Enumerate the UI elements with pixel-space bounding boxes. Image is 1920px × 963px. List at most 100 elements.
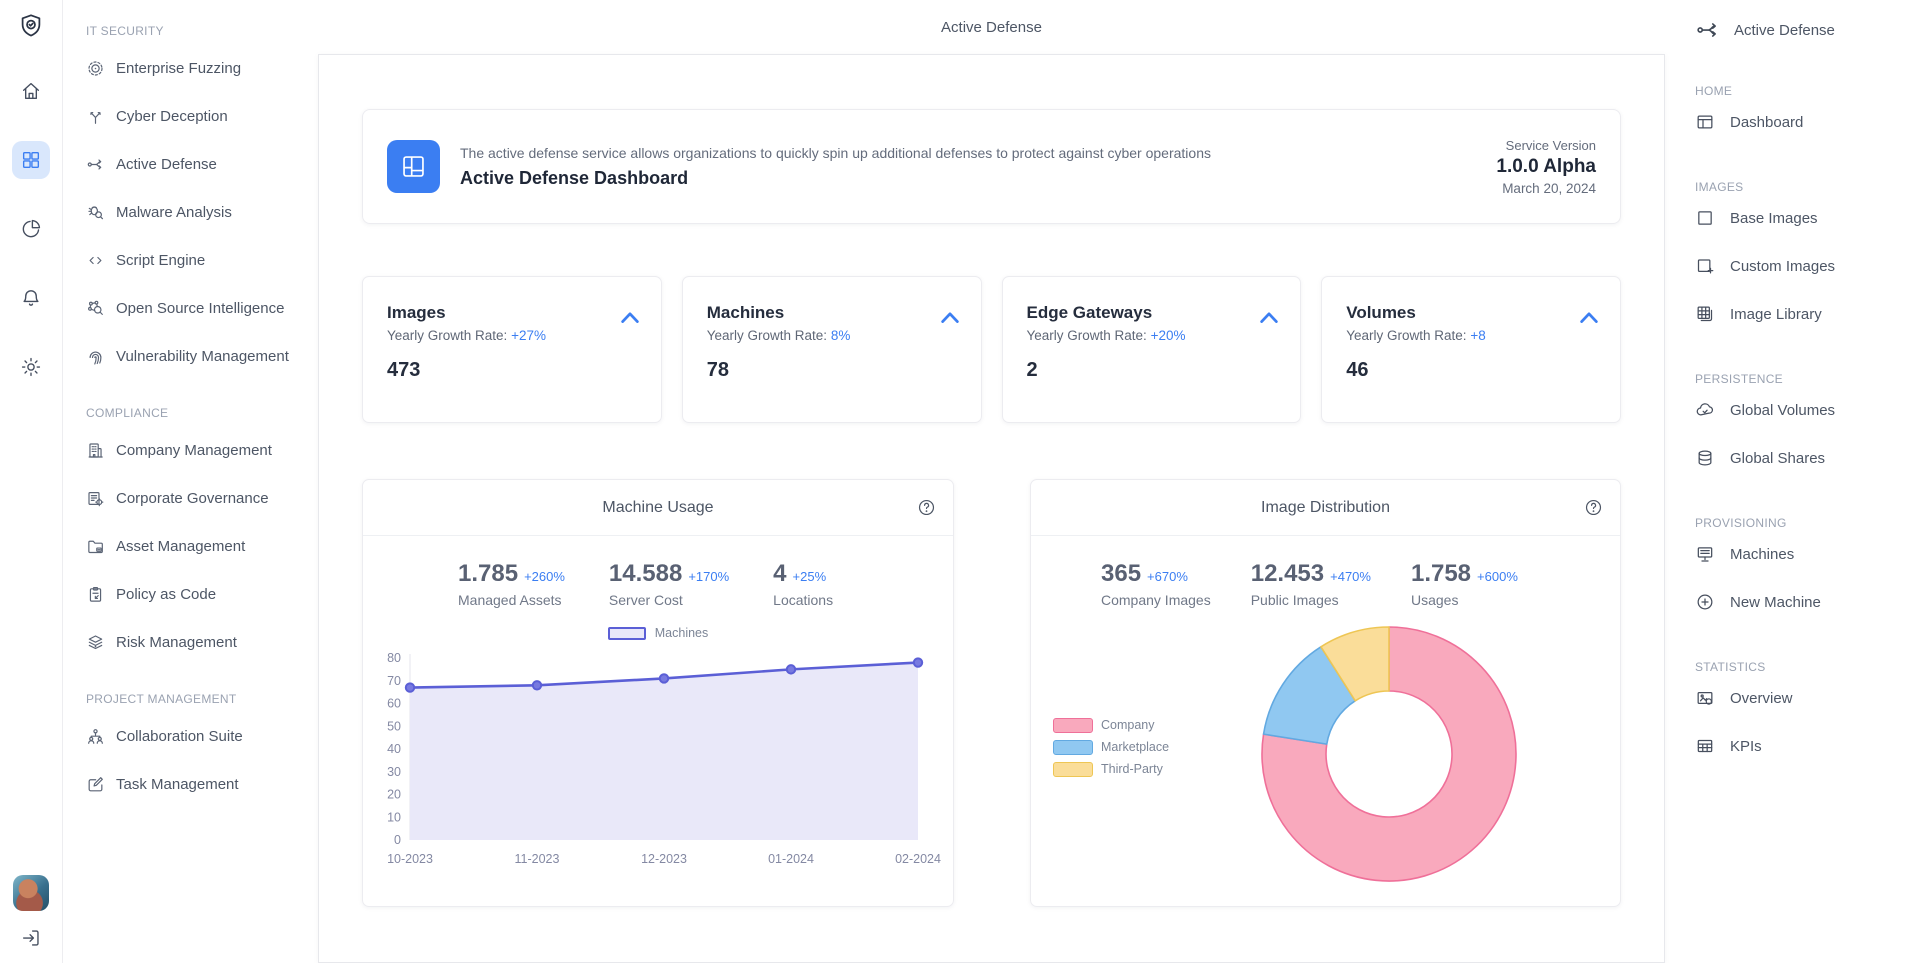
sidebar-item-policy-as-code[interactable]: Policy as Code [86, 570, 318, 618]
stat-card-title: Images [387, 303, 637, 323]
service-version-value: 1.0.0 Alpha [1496, 156, 1596, 178]
svg-text:70: 70 [387, 674, 401, 688]
sidebar-item-open-source-intelligence[interactable]: Open Source Intelligence [86, 284, 318, 332]
growth-value: +8 [1470, 328, 1485, 343]
stat-card-images: Images Yearly Growth Rate: +27% 473 [362, 276, 662, 423]
legend-swatch [608, 627, 646, 640]
sidebar-item-label: Task Management [116, 776, 239, 793]
split-arrows-icon [1695, 17, 1721, 43]
stat-card-machines: Machines Yearly Growth Rate: 8% 78 [682, 276, 982, 423]
split-arrows-icon [86, 155, 105, 174]
legend-swatch [1053, 762, 1093, 777]
logout-icon [20, 927, 42, 949]
apps-grid-icon [20, 149, 42, 171]
growth-label: Yearly Growth Rate: [387, 328, 507, 343]
section-header-provisioning: PROVISIONING [1695, 516, 1920, 530]
network-search-icon [86, 299, 105, 318]
collapse-button[interactable] [619, 309, 641, 325]
edit-square-icon [86, 775, 105, 794]
section-header-statistics: STATISTICS [1695, 660, 1920, 674]
chart-stat: 12.453+470% Public Images [1251, 562, 1371, 608]
sidebar-item-label: Cyber Deception [116, 108, 228, 125]
rsidebar-item-custom-images[interactable]: Custom Images [1695, 242, 1920, 290]
sidebar-item-script-engine[interactable]: Script Engine [86, 236, 318, 284]
sidebar-item-asset-management[interactable]: Asset Management [86, 522, 318, 570]
cloud-icon [1695, 400, 1715, 420]
question-circle-icon [917, 498, 936, 517]
home-button[interactable] [12, 72, 50, 110]
sidebar-item-collaboration-suite[interactable]: Collaboration Suite [86, 712, 318, 760]
sidebar-item-company-management[interactable]: Company Management [86, 426, 318, 474]
rsidebar-item-image-library[interactable]: Image Library [1695, 290, 1920, 338]
line-legend-item[interactable]: Machines [363, 626, 953, 640]
stat-cards-row: Images Yearly Growth Rate: +27% 473 Mach… [362, 276, 1621, 423]
dashboard-layout-icon [1695, 112, 1715, 132]
banner-title: Active Defense Dashboard [460, 168, 1211, 189]
rsidebar-item-overview[interactable]: Overview [1695, 674, 1920, 722]
chart-stat: 365+670% Company Images [1101, 562, 1211, 608]
code-icon [86, 251, 105, 270]
building-icon [86, 441, 105, 460]
stat-card-value: 78 [707, 359, 957, 382]
database-icon [1695, 448, 1715, 468]
collapse-button[interactable] [1258, 309, 1280, 325]
sidebar-item-active-defense[interactable]: Active Defense [86, 140, 318, 188]
notifications-button[interactable] [12, 279, 50, 317]
main-panel: The active defense service allows organi… [318, 54, 1665, 963]
chart-stat: 4+25% Locations [773, 562, 833, 608]
sidebar-item-vulnerability-management[interactable]: Vulnerability Management [86, 332, 318, 380]
sidebar-item-label: Malware Analysis [116, 204, 232, 221]
sidebar-item-risk-management[interactable]: Risk Management [86, 618, 318, 666]
document-gear-icon [86, 489, 105, 508]
shield-check-icon [17, 12, 45, 40]
pie-legend-item-marketplace[interactable]: Marketplace [1053, 736, 1169, 758]
analytics-button[interactable] [12, 210, 50, 248]
icon-rail [0, 0, 63, 963]
legend-label: Company [1101, 718, 1155, 732]
sidebar-item-cyber-deception[interactable]: Cyber Deception [86, 92, 318, 140]
legend-label: Third-Party [1101, 762, 1163, 776]
machine-usage-card: Machine Usage 1.785+260% Managed Assets … [362, 479, 954, 907]
growth-label: Yearly Growth Rate: [1346, 328, 1466, 343]
stat-card-edge-gateways: Edge Gateways Yearly Growth Rate: +20% 2 [1002, 276, 1302, 423]
chevron-up-icon [1578, 309, 1600, 325]
sidebar-item-label: Script Engine [116, 252, 205, 269]
avatar[interactable] [13, 875, 49, 911]
growth-label: Yearly Growth Rate: [1027, 328, 1147, 343]
sidebar-item-label: Policy as Code [116, 586, 216, 603]
stat-card-value: 2 [1027, 359, 1277, 382]
rsidebar-item-base-images[interactable]: Base Images [1695, 194, 1920, 242]
rsidebar-item-global-shares[interactable]: Global Shares [1695, 434, 1920, 482]
logout-button[interactable] [20, 923, 42, 953]
stat-card-value: 473 [387, 359, 637, 382]
pie-legend-item-company[interactable]: Company [1053, 714, 1169, 736]
sidebar-item-label: Open Source Intelligence [116, 300, 284, 317]
sidebar-item-corporate-governance[interactable]: Corporate Governance [86, 474, 318, 522]
rsidebar-item-new-machine[interactable]: New Machine [1695, 578, 1920, 626]
sidebar-item-enterprise-fuzzing[interactable]: Enterprise Fuzzing [86, 44, 318, 92]
sidebar-item-label: Risk Management [116, 634, 237, 651]
rsidebar-item-dashboard[interactable]: Dashboard [1695, 98, 1920, 146]
help-button[interactable] [1584, 498, 1603, 517]
chevron-up-icon [939, 309, 961, 325]
settings-button[interactable] [12, 348, 50, 386]
stat-card-value: 46 [1346, 359, 1596, 382]
rsidebar-item-global-volumes[interactable]: Global Volumes [1695, 386, 1920, 434]
collapse-button[interactable] [1578, 309, 1600, 325]
growth-value: 8% [831, 328, 851, 343]
help-button[interactable] [917, 498, 936, 517]
rsidebar-item-machines[interactable]: Machines [1695, 530, 1920, 578]
apps-button[interactable] [12, 141, 50, 179]
rsidebar-item-kpis[interactable]: KPIs [1695, 722, 1920, 770]
table-icon [1695, 736, 1715, 756]
stat-card-title: Edge Gateways [1027, 303, 1277, 323]
question-circle-icon [1584, 498, 1603, 517]
line-chart: 0102030405060708010-202311-202312-202301… [370, 646, 946, 884]
right-sidebar-title: Active Defense [1695, 0, 1920, 60]
sidebar-item-task-management[interactable]: Task Management [86, 760, 318, 808]
chart-title: Image Distribution [1261, 499, 1390, 517]
app-logo[interactable] [17, 12, 45, 40]
pie-legend-item-third-party[interactable]: Third-Party [1053, 758, 1169, 780]
sidebar-item-malware-analysis[interactable]: Malware Analysis [86, 188, 318, 236]
collapse-button[interactable] [939, 309, 961, 325]
